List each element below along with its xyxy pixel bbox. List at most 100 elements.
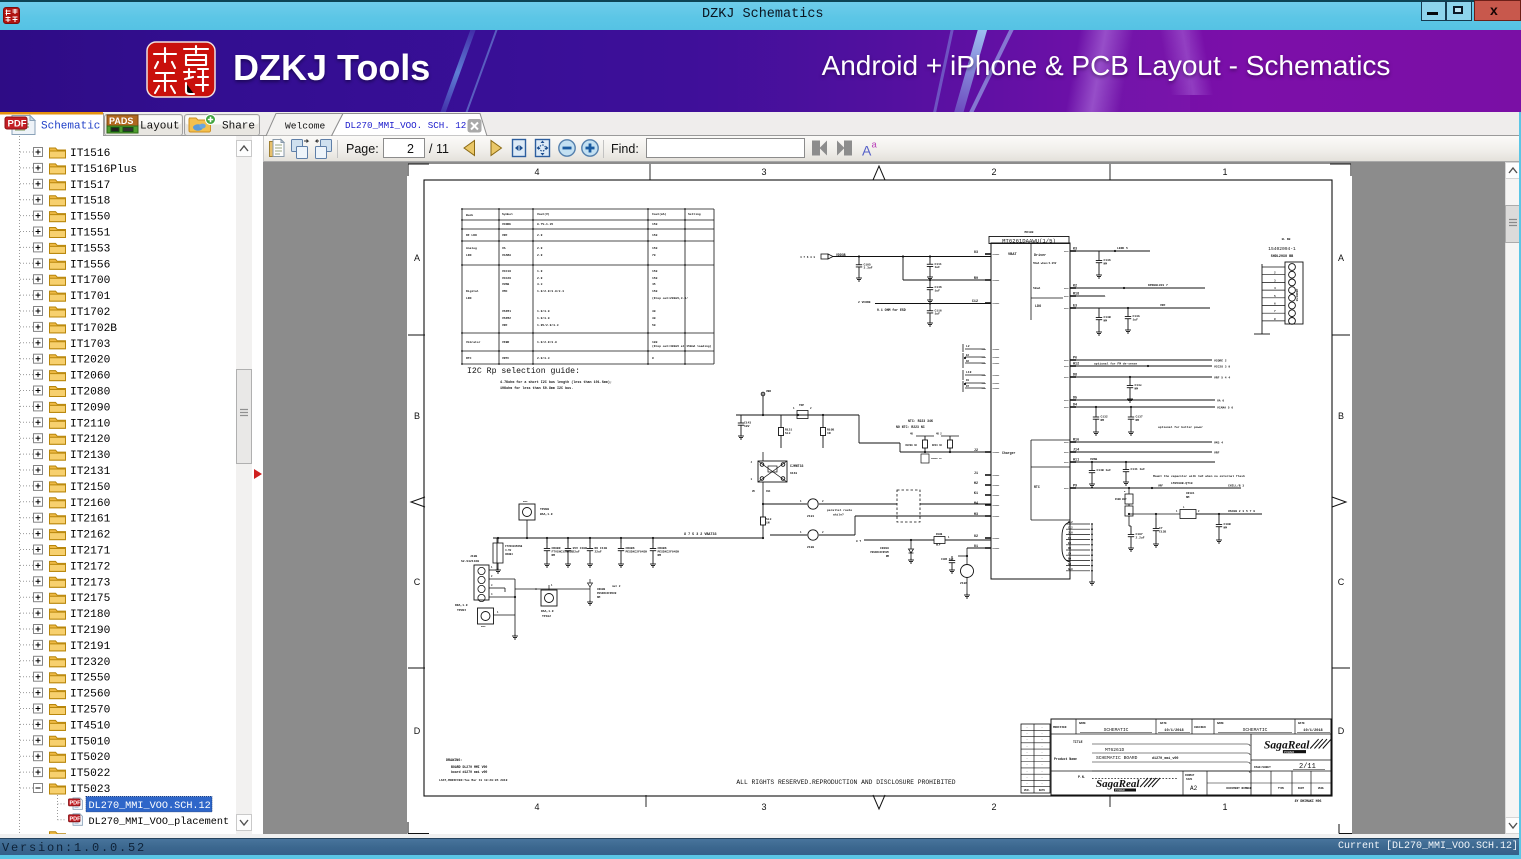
svg-text:nut 2: nut 2 [612, 585, 621, 588]
svg-text:DATE: DATE [1298, 722, 1305, 725]
svg-text:SCHEMATIC: SCHEMATIC [1104, 727, 1129, 733]
svg-text:8 7 5 3 2 VBAT33: 8 7 5 3 2 VBAT33 [684, 533, 717, 537]
svg-text:Product Name: Product Name [1054, 757, 1077, 761]
svg-text:d1270_mmi_v00: d1270_mmi_v00 [1152, 756, 1178, 761]
svg-text:4.7Kohm for a short I2C bus le: 4.7Kohm for a short I2C bus length (less… [500, 380, 612, 385]
svg-text:RTC: RTC [1034, 485, 1040, 489]
svg-text:IT1551: IT1551 [70, 228, 111, 240]
svg-text:SagaReal: SagaReal [1264, 740, 1310, 752]
svg-text:K1: K1 [974, 492, 978, 496]
svg-text:DSA,1.8: DSA,1.8 [541, 610, 554, 613]
svg-text:1.8/2.8/3.0/3.3: 1.8/2.8/3.0/3.3 [537, 289, 564, 293]
svg-text:Driver: Driver [1034, 253, 1046, 258]
svg-text:IT2110: IT2110 [70, 418, 111, 430]
svg-text:D12: D12 [1068, 521, 1073, 524]
svg-text:PDF: PDF [70, 801, 82, 807]
svg-text:MMMM: MMMM [481, 626, 485, 628]
svg-text:45: 45 [652, 283, 656, 286]
svg-text:J10: J10 [1068, 532, 1073, 535]
svg-text:VCC28 3 9: VCC28 3 9 [1214, 366, 1230, 369]
svg-text:LDO: LDO [466, 297, 472, 300]
svg-text:IT2570: IT2570 [70, 705, 111, 717]
svg-text:NM: NM [1135, 387, 1139, 390]
svg-text:SagaReal: SagaReal [1096, 778, 1140, 790]
svg-text:-: - [1026, 739, 1028, 742]
svg-text:Symbol: Symbol [502, 212, 513, 216]
svg-text:70: 70 [652, 254, 656, 257]
svg-text:TPU8I: TPU8I [457, 609, 466, 612]
svg-text:2.8: 2.8 [537, 254, 543, 257]
svg-text:2: 2 [991, 802, 996, 812]
svg-text:DOCUMENT NUMBER: DOCUMENT NUMBER [1226, 787, 1251, 790]
svg-text:VBAT: VBAT [1008, 253, 1017, 257]
svg-text:IT2190: IT2190 [70, 625, 111, 637]
svg-text:IT2130: IT2130 [70, 450, 111, 462]
svg-text:VRF: VRF [502, 324, 508, 327]
svg-text:VUSB: VUSB [502, 283, 509, 286]
svg-text:1uF: 1uF [935, 289, 941, 292]
svg-text:2.8: 2.8 [537, 277, 543, 280]
svg-text:TPU0B: TPU0B [540, 508, 549, 511]
svg-text:Z100: Z100 [807, 546, 814, 549]
svg-text:-: - [1041, 782, 1043, 785]
svg-text:Share: Share [222, 121, 255, 133]
svg-text:xxxxxx: xxxxxx [993, 362, 1001, 365]
svg-text:xxxxxx: xxxxxx [993, 382, 1001, 385]
svg-text:1: 1 [1222, 802, 1227, 812]
svg-text:30: 30 [652, 317, 656, 320]
svg-text:15402094-1: 15402094-1 [1268, 246, 1296, 252]
svg-text:R223 1K: R223 1K [932, 444, 943, 447]
svg-text:IT2060: IT2060 [70, 371, 111, 383]
svg-text:2: 2 [407, 142, 414, 156]
svg-text:30: 30 [652, 310, 656, 313]
svg-text:Mount the capacitor with 1uF w: Mount the capacitor with 1uF when no ext… [1153, 474, 1245, 478]
svg-text:FORMAT: FORMAT [1185, 774, 1195, 777]
svg-text:/ 11: / 11 [429, 142, 449, 156]
svg-text:150: 150 [652, 270, 658, 273]
svg-text:RTC: RTC [466, 357, 472, 360]
svg-text:xxxxxx: xxxxxx [993, 279, 1001, 282]
svg-text:IT5022: IT5022 [70, 768, 110, 780]
svg-text:-: - [1026, 745, 1028, 748]
svg-text:10Kohm for less than 50.8mm I2: 10Kohm for less than 50.8mm I2C bus. [500, 386, 573, 391]
svg-text:IT2180: IT2180 [70, 609, 111, 621]
svg-text:IT1701: IT1701 [70, 291, 111, 303]
svg-text:A9: A9 [1068, 563, 1072, 566]
svg-text:2.8/3.3: 2.8/3.3 [537, 356, 550, 360]
svg-text:IT1700: IT1700 [70, 275, 111, 287]
svg-text:3.3uF: 3.3uF [864, 267, 873, 270]
svg-text:IT2120: IT2120 [70, 434, 111, 446]
svg-text:IT1553: IT1553 [70, 243, 110, 255]
svg-text:IT1550: IT1550 [70, 212, 111, 224]
svg-text:VA: VA [502, 247, 506, 250]
svg-text:D2: D2 [966, 360, 970, 363]
svg-text:8: 8 [652, 357, 654, 360]
svg-text:150: 150 [652, 223, 658, 226]
svg-text:1N4: 1N4 [766, 490, 771, 493]
svg-text:IT2172: IT2172 [70, 561, 110, 573]
svg-text:3: 3 [761, 167, 766, 177]
svg-text:Analog: Analog [466, 246, 477, 250]
svg-text:IT5020: IT5020 [70, 752, 111, 764]
svg-text:VCORE 2: VCORE 2 [1214, 360, 1227, 363]
svg-text:150: 150 [652, 290, 658, 293]
svg-text:optional for FM de-sense: optional for FM de-sense [1094, 362, 1137, 366]
svg-text:50uA: 50uA [1033, 287, 1040, 290]
svg-text:DDA,1.8: DDA,1.8 [455, 604, 468, 607]
svg-text:TB22A 1K: TB22A 1K [931, 457, 942, 460]
svg-text:SCHEMATIC BOARD: SCHEMATIC BOARD [1096, 755, 1138, 761]
svg-text:PESDXC2FD5VU: PESDXC2FD5VU [870, 551, 889, 554]
svg-text:VSIM2: VSIM2 [502, 317, 511, 320]
svg-text:NM: NM [1104, 262, 1108, 265]
svg-text:-: - [1041, 745, 1043, 748]
svg-text:IT2080: IT2080 [70, 387, 111, 399]
svg-text:MODIFIED: MODIFIED [1053, 726, 1067, 729]
svg-text:IT2162: IT2162 [70, 530, 110, 542]
svg-text:USC0B 2 3 5 7 9: USC0B 2 3 5 7 9 [1228, 510, 1255, 513]
svg-text:IT1702: IT1702 [70, 307, 110, 319]
svg-text:NM: NM [1136, 419, 1140, 422]
svg-text:PDF: PDF [8, 119, 27, 130]
svg-text:CJMNT33: CJMNT33 [790, 464, 803, 468]
svg-text:VRF: VRF [1160, 304, 1166, 307]
svg-text:Z101: Z101 [807, 515, 814, 518]
